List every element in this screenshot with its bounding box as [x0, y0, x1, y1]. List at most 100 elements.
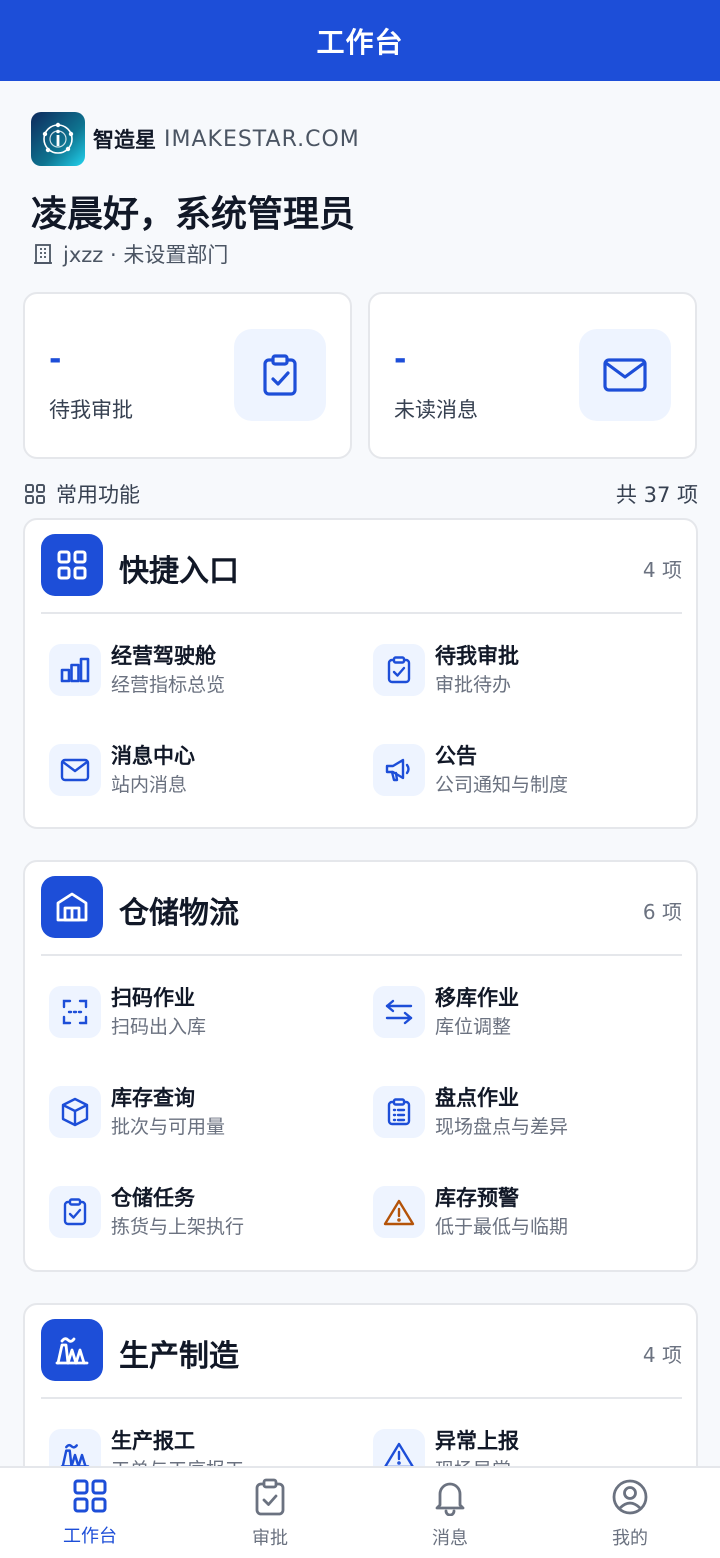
stat-label: 未读消息	[394, 398, 478, 422]
nav-label: 工作台	[63, 1526, 117, 1547]
nav-label: 审批	[252, 1528, 288, 1549]
nav-label: 消息	[432, 1528, 468, 1549]
clipboard-list-icon	[373, 1086, 425, 1138]
grid-icon	[41, 534, 103, 596]
group-quick-access: 快捷入口 4 项 经营驾驶舱 经营指标总览 待我审批 审批待办 消息中心 站内消…	[23, 518, 698, 829]
section-title: 常用功能	[56, 483, 140, 507]
item-subtitle: 工单与工序报工	[111, 1455, 244, 1466]
group-header: 快捷入口 4 项	[41, 534, 682, 598]
building-icon	[34, 244, 52, 264]
item-transfer-operation[interactable]: 移库作业 库位调整	[365, 982, 665, 1042]
item-title: 移库作业	[435, 986, 519, 1010]
factory-icon	[41, 1319, 103, 1381]
item-message-center[interactable]: 消息中心 站内消息	[41, 740, 341, 800]
grid-icon	[25, 484, 45, 504]
stat-card-pending-approval[interactable]: - 待我审批	[23, 292, 352, 459]
group-warehouse-logistics: 仓储物流 6 项 扫码作业 扫码出入库 移库作业 库位调整 库存查询 批次与可用…	[23, 860, 698, 1272]
group-title: 仓储物流	[119, 896, 239, 931]
item-subtitle: 库位调整	[435, 1016, 512, 1038]
item-title: 待我审批	[435, 644, 519, 668]
nav-approval[interactable]: 审批	[180, 1468, 360, 1558]
item-title: 异常上报	[435, 1429, 519, 1453]
group-title: 快捷入口	[119, 554, 239, 589]
item-title: 经营驾驶舱	[111, 644, 216, 668]
item-subtitle: 审批待办	[435, 674, 512, 696]
item-subtitle: 拣货与上架执行	[111, 1216, 245, 1238]
brand-logo-icon	[31, 112, 85, 166]
item-inventory-query[interactable]: 库存查询 批次与可用量	[41, 1082, 341, 1142]
user-circle-icon	[612, 1479, 648, 1515]
item-production-report[interactable]: 生产报工 工单与工序报工	[41, 1425, 341, 1466]
item-inventory-alert[interactable]: 库存预警 低于最低与临期	[365, 1182, 665, 1242]
clipboard-check-icon	[255, 1478, 285, 1516]
stat-card-unread-messages[interactable]: - 未读消息	[368, 292, 697, 459]
warehouse-icon	[41, 876, 103, 938]
item-subtitle: 低于最低与临期	[435, 1216, 569, 1238]
mail-icon	[49, 744, 101, 796]
item-stocktake[interactable]: 盘点作业 现场盘点与差异	[365, 1082, 665, 1142]
item-scan-operation[interactable]: 扫码作业 扫码出入库	[41, 982, 341, 1042]
item-exception-report[interactable]: 异常上报 现场异常	[365, 1425, 665, 1466]
warning-icon	[373, 1429, 425, 1466]
transfer-icon	[373, 986, 425, 1038]
stat-value: -	[49, 342, 62, 377]
app-title: 工作台	[0, 0, 720, 81]
section-header: 常用功能 共 37 项	[24, 479, 698, 509]
item-announcement[interactable]: 公告 公司通知与制度	[365, 740, 665, 800]
item-title: 库存查询	[111, 1086, 195, 1110]
brand-domain: IMAKESTAR.COM	[164, 126, 360, 152]
item-subtitle: 公司通知与制度	[435, 774, 569, 796]
group-title: 生产制造	[119, 1339, 239, 1374]
group-production: 生产制造 4 项 生产报工 工单与工序报工 异常上报 现场异常	[23, 1303, 698, 1466]
greeting: 凌晨好，系统管理员	[31, 194, 356, 235]
nav-label: 我的	[612, 1528, 648, 1549]
item-subtitle: 现场盘点与差异	[435, 1116, 569, 1138]
item-subtitle: 站内消息	[111, 774, 188, 796]
group-count: 4 项	[642, 558, 682, 582]
factory-icon	[49, 1429, 101, 1466]
item-title: 扫码作业	[111, 986, 195, 1010]
stat-label: 待我审批	[49, 398, 133, 422]
item-title: 生产报工	[111, 1429, 195, 1453]
bottom-nav: 工作台 审批 消息 我的	[0, 1466, 720, 1558]
item-title: 公告	[435, 744, 477, 768]
divider	[41, 612, 682, 614]
clipboard-check-icon	[373, 644, 425, 696]
nav-messages[interactable]: 消息	[360, 1468, 540, 1558]
nav-profile[interactable]: 我的	[540, 1468, 720, 1558]
bar-chart-icon	[49, 644, 101, 696]
item-subtitle: 经营指标总览	[111, 674, 226, 696]
group-header: 生产制造 4 项	[41, 1319, 682, 1383]
nav-workbench[interactable]: 工作台	[0, 1468, 180, 1558]
divider	[41, 1397, 682, 1399]
bell-icon	[435, 1482, 465, 1516]
dashboard-scroll[interactable]: 智造星 IMAKESTAR.COM 凌晨好，系统管理员 jxzz · 未设置部门…	[0, 81, 720, 1466]
divider	[41, 954, 682, 956]
grid-icon	[73, 1479, 107, 1513]
clipboard-check-icon	[49, 1186, 101, 1238]
item-warehouse-task[interactable]: 仓储任务 拣货与上架执行	[41, 1182, 341, 1242]
brand-name: 智造星	[93, 128, 156, 152]
warning-icon	[373, 1186, 425, 1238]
org-info: jxzz · 未设置部门	[33, 239, 228, 269]
stat-value: -	[394, 342, 407, 377]
group-count: 4 项	[642, 1343, 682, 1367]
item-subtitle: 现场异常	[435, 1455, 511, 1466]
item-title: 仓储任务	[111, 1186, 195, 1210]
org-text: jxzz · 未设置部门	[63, 243, 229, 267]
item-subtitle: 批次与可用量	[111, 1116, 226, 1138]
brand: 智造星 IMAKESTAR.COM	[31, 112, 360, 166]
item-pending-approval[interactable]: 待我审批 审批待办	[365, 640, 665, 700]
item-subtitle: 扫码出入库	[111, 1016, 207, 1038]
clipboard-check-icon	[234, 329, 326, 421]
mail-icon	[579, 329, 671, 421]
item-title: 消息中心	[111, 744, 195, 768]
item-title: 库存预警	[435, 1186, 519, 1210]
item-business-cockpit[interactable]: 经营驾驶舱 经营指标总览	[41, 640, 341, 700]
section-total: 共 37 项	[615, 483, 698, 507]
item-title: 盘点作业	[435, 1086, 519, 1110]
scan-icon	[49, 986, 101, 1038]
group-count: 6 项	[642, 900, 682, 924]
megaphone-icon	[373, 744, 425, 796]
group-header: 仓储物流 6 项	[41, 876, 682, 940]
